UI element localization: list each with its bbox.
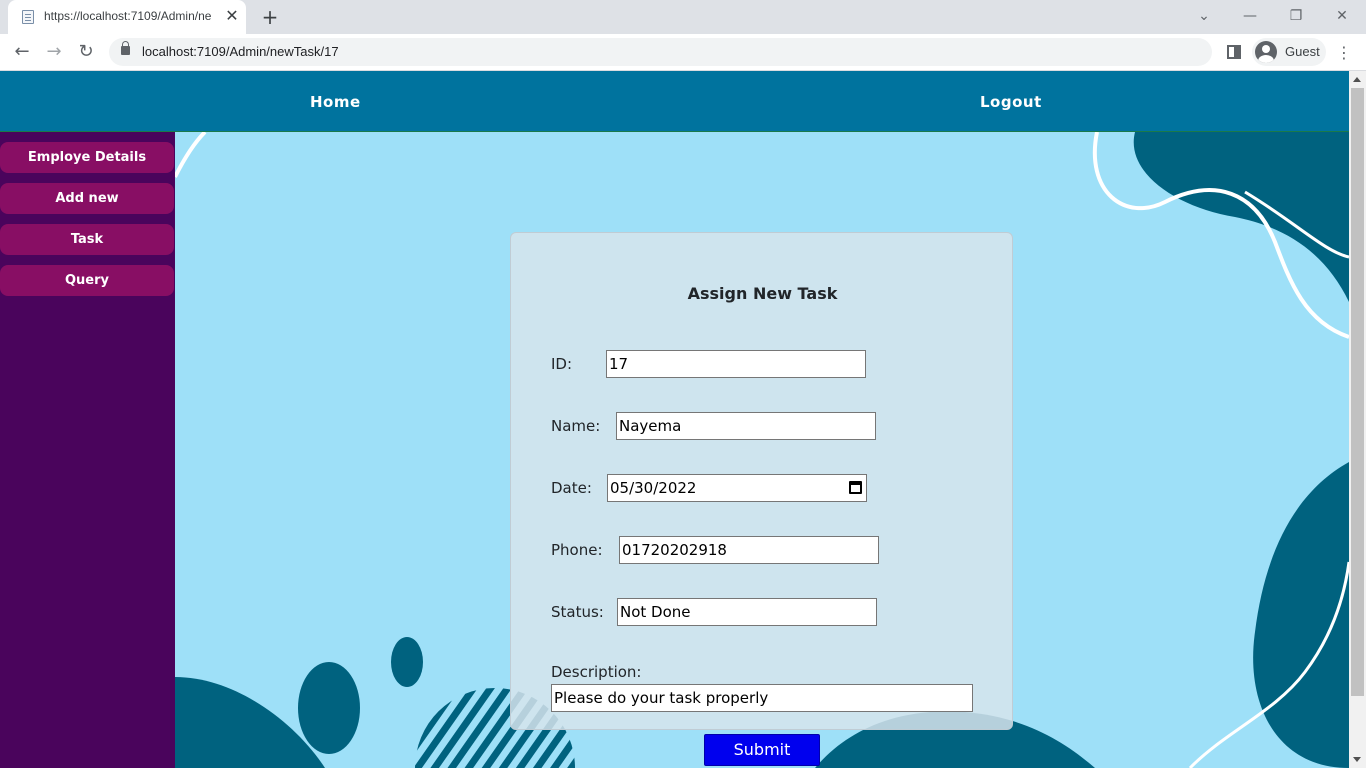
- status-field[interactable]: Not Done: [617, 598, 877, 626]
- profile-button[interactable]: Guest: [1252, 38, 1326, 66]
- sidebar-item-add-new[interactable]: Add new: [0, 183, 174, 214]
- date-label: Date:: [551, 479, 592, 497]
- calendar-icon[interactable]: [849, 481, 862, 494]
- phone-field[interactable]: 01720202918: [619, 536, 879, 564]
- form-title: Assign New Task: [687, 284, 838, 303]
- tab-title: https://localhost:7109/Admin/ne: [44, 9, 212, 23]
- restore-icon[interactable]: ❐: [1286, 6, 1306, 26]
- top-navbar: Home Logout: [0, 71, 1349, 132]
- minimize-icon[interactable]: —: [1240, 6, 1260, 26]
- sidebar-item-query[interactable]: Query: [0, 265, 174, 296]
- main-content: Assign New Task ID: 17 Name: Nayema Date…: [175, 132, 1349, 768]
- scroll-up-icon[interactable]: [1353, 77, 1361, 82]
- description-label: Description:: [551, 663, 642, 681]
- phone-label: Phone:: [551, 541, 603, 559]
- date-value: 05/30/2022: [610, 479, 697, 497]
- side-panel-icon[interactable]: [1227, 45, 1241, 59]
- close-window-icon[interactable]: ✕: [1332, 6, 1352, 26]
- browser-menu-icon[interactable]: ⋮: [1336, 43, 1352, 63]
- status-label: Status:: [551, 603, 604, 621]
- page-scrollbar[interactable]: [1349, 71, 1366, 768]
- id-field[interactable]: 17: [606, 350, 866, 378]
- forward-icon[interactable]: →: [42, 40, 66, 64]
- description-field[interactable]: Please do your task properly: [551, 684, 973, 712]
- nav-home-link[interactable]: Home: [310, 93, 361, 111]
- name-field[interactable]: Nayema: [616, 412, 876, 440]
- id-label: ID:: [551, 355, 573, 373]
- sidebar-item-task[interactable]: Task: [0, 224, 174, 255]
- web-page: Home Logout Employe Details Add new Task…: [0, 71, 1349, 768]
- sidebar-item-employe-details[interactable]: Employe Details: [0, 142, 174, 173]
- name-label: Name:: [551, 417, 601, 435]
- date-field[interactable]: 05/30/2022: [607, 474, 867, 502]
- scroll-down-icon[interactable]: [1353, 757, 1361, 762]
- new-tab-icon[interactable]: +: [260, 6, 280, 28]
- tab-search-icon[interactable]: ⌄: [1194, 6, 1214, 26]
- browser-tab-strip: https://localhost:7109/Admin/ne ✕ + ⌄ — …: [0, 0, 1366, 34]
- assign-task-card: Assign New Task ID: 17 Name: Nayema Date…: [510, 232, 1013, 730]
- profile-name: Guest: [1285, 44, 1320, 59]
- scroll-thumb[interactable]: [1351, 88, 1364, 696]
- back-icon[interactable]: ←: [10, 40, 34, 64]
- reload-icon[interactable]: ↻: [74, 40, 98, 64]
- browser-tab[interactable]: https://localhost:7109/Admin/ne ✕: [8, 0, 246, 34]
- tab-close-icon[interactable]: ✕: [224, 7, 240, 25]
- avatar-icon: [1255, 41, 1277, 63]
- browser-toolbar: ← → ↻ localhost:7109/Admin/newTask/17 Gu…: [0, 34, 1366, 71]
- lock-icon[interactable]: [121, 41, 130, 55]
- page-favicon-icon: [22, 10, 34, 24]
- sidebar: Employe Details Add new Task Query: [0, 132, 175, 768]
- address-bar[interactable]: localhost:7109/Admin/newTask/17: [109, 38, 1212, 66]
- submit-button[interactable]: Submit: [704, 734, 820, 766]
- nav-logout-link[interactable]: Logout: [980, 93, 1042, 111]
- address-url[interactable]: localhost:7109/Admin/newTask/17: [142, 44, 339, 59]
